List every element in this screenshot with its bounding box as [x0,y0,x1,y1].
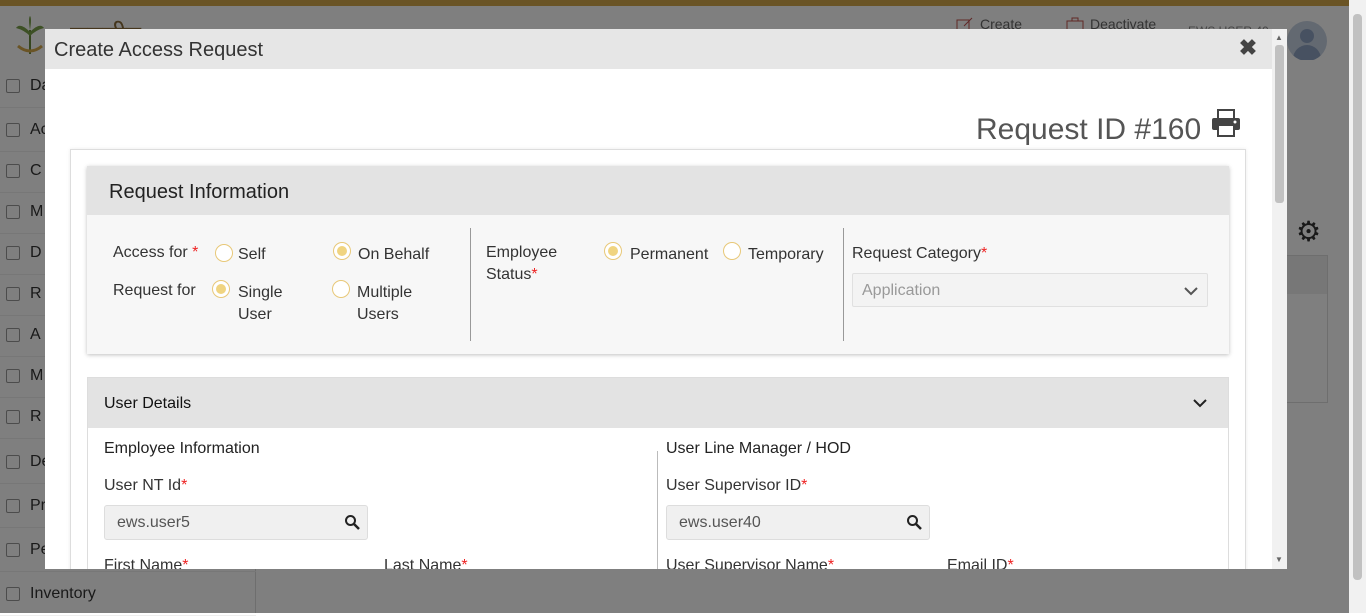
print-icon[interactable] [1211,109,1241,137]
employee-status-label: Employee Status* [486,244,558,283]
required-mark: * [801,477,808,494]
radio-single-user[interactable] [212,280,230,298]
user-details-title: User Details [104,395,192,412]
modal-scrollbar[interactable]: ▲ ▼ [1272,29,1287,569]
supervisor-id-field[interactable]: ews.user40 [666,505,930,540]
user-nt-id-field[interactable]: ews.user5 [104,505,368,540]
modal-scrollbar-thumb[interactable] [1275,45,1284,203]
radio-single-user-label: Single User [238,284,283,323]
radio-temporary-label: Temporary [748,246,824,263]
radio-permanent[interactable] [604,242,622,260]
required-mark: * [461,557,468,569]
page-scrollbar-thumb[interactable] [1353,14,1362,580]
request-category-select[interactable]: Application [852,273,1208,307]
page-scrollbar[interactable] [1349,0,1366,613]
required-mark: * [980,245,988,262]
supervisor-id-value: ews.user40 [679,514,761,531]
request-category-label: Request Category* [852,245,988,262]
required-mark: * [182,557,189,569]
request-category-value: Application [862,282,941,299]
modal-header: Create Access Request ✖ [45,29,1287,69]
request-for-label: Request for [113,282,196,299]
supervisor-id-label: User Supervisor ID* [666,477,808,494]
required-mark: * [181,477,188,494]
user-nt-id-label: User NT Id* [104,477,188,494]
radio-on-behalf-label: On Behalf [358,246,430,263]
required-mark: * [1007,557,1014,569]
modal-title: Create Access Request [54,39,263,61]
radio-multiple-users-label: Multiple Users [357,284,413,323]
email-id-label: Email ID* [947,555,1014,569]
user-nt-id-value: ews.user5 [117,514,190,531]
line-manager-title: User Line Manager / HOD [666,440,851,457]
column-divider [657,451,658,569]
required-mark: * [192,244,199,261]
radio-self[interactable] [215,244,233,262]
required-mark: * [531,266,538,283]
modal-body: Request ID #160 Request Information Acce… [45,69,1270,569]
access-for-label: Access for * [113,244,199,261]
close-icon[interactable]: ✖ [1237,37,1259,59]
employee-information-title: Employee Information [104,440,260,457]
radio-self-label: Self [238,246,266,263]
create-access-request-modal: Create Access Request ✖ Request ID #160 … [45,29,1287,569]
request-id: Request ID #160 [976,113,1202,146]
scroll-up-icon[interactable]: ▲ [1275,33,1283,42]
user-details-section: User Details Employee Information User N… [87,377,1229,569]
column-divider [470,228,471,341]
radio-permanent-label: Permanent [630,246,709,263]
supervisor-name-label: User Supervisor Name* [666,555,834,569]
user-details-header[interactable]: User Details [88,378,1228,428]
last-name-label: Last Name* [384,555,468,569]
request-information-section: Request Information Access for * Self On… [87,166,1229,354]
request-information-header: Request Information [87,166,1229,215]
first-name-label: First Name* [104,555,188,569]
search-icon[interactable] [906,514,922,530]
radio-on-behalf[interactable] [333,242,351,260]
radio-multiple-users[interactable] [332,280,350,298]
required-mark: * [827,557,835,569]
search-icon[interactable] [344,514,360,530]
request-information-title: Request Information [109,181,290,203]
chevron-down-icon [1184,287,1198,296]
column-divider [843,228,844,341]
chevron-down-icon[interactable] [1191,394,1209,412]
scroll-down-icon[interactable]: ▼ [1275,555,1283,564]
radio-temporary[interactable] [723,242,741,260]
